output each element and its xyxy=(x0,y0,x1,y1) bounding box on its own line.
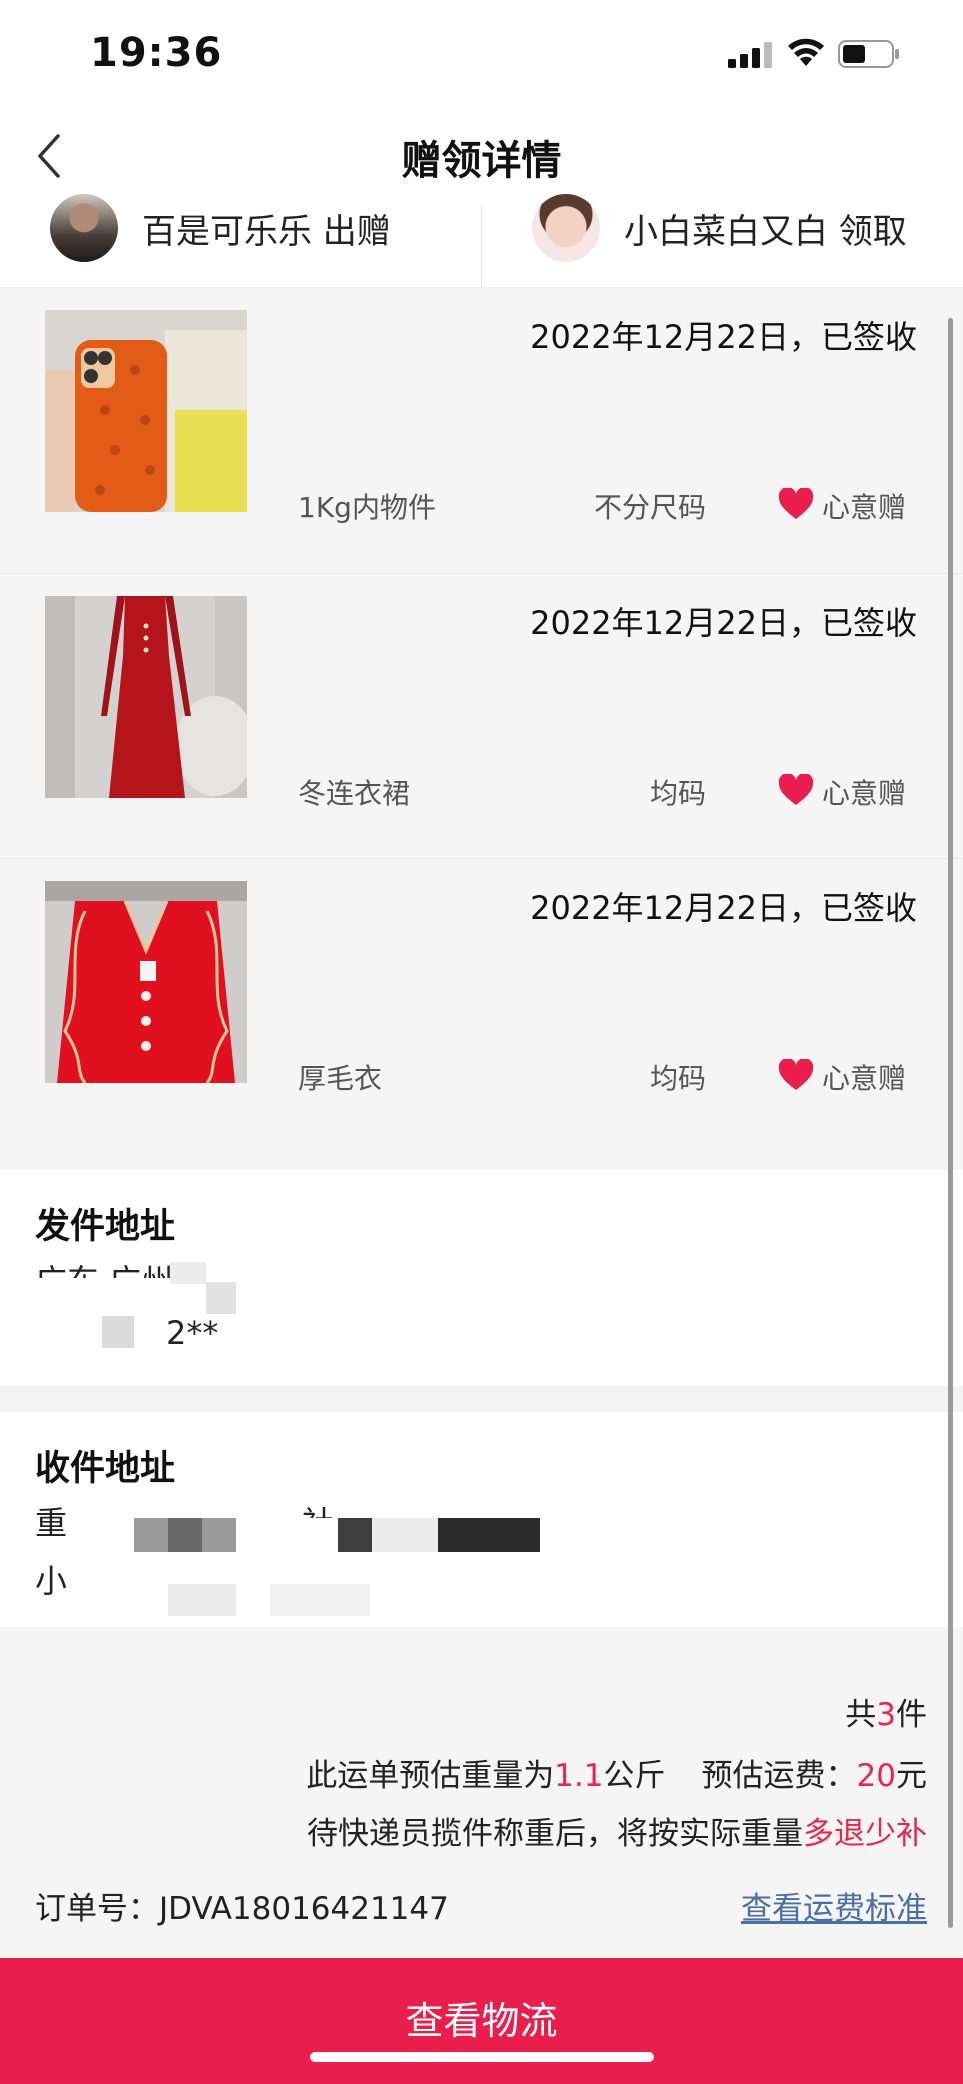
giver-label[interactable]: 百是可乐乐 出赠 xyxy=(142,204,391,253)
redacted-block xyxy=(170,1262,206,1284)
wifi-icon xyxy=(788,38,824,66)
status-time: 19:36 xyxy=(90,30,223,76)
signal-icon xyxy=(728,42,772,68)
redacted-block xyxy=(270,1584,370,1616)
heart-icon xyxy=(778,774,814,805)
section-gap xyxy=(0,1386,963,1412)
redacted-block xyxy=(206,1282,236,1314)
gift-type-label: 心意赠 xyxy=(822,777,907,810)
receiver-address-mid: 社 xyxy=(302,1498,334,1518)
redacted-block xyxy=(168,1518,202,1552)
view-logistics-button[interactable]: 查看物流 xyxy=(0,1958,963,2084)
item-date: 2022年12月22日，已签收 xyxy=(530,604,917,642)
item-thumbnail[interactable] xyxy=(45,596,247,798)
item-name: 冬连衣裙 xyxy=(298,777,411,810)
item-name: 1Kg内物件 xyxy=(298,491,436,524)
sender-address-line-2: 2** xyxy=(166,1314,219,1352)
redacted-block xyxy=(102,1316,134,1348)
page-title: 赠领详情 xyxy=(401,138,562,184)
red-sweater-image xyxy=(45,881,247,1083)
item-thumbnail[interactable] xyxy=(45,881,247,1083)
redacted-block xyxy=(338,1518,372,1552)
weight-note: 待快递员揽件称重后，将按实际重量多退少补 xyxy=(307,1816,927,1852)
item-divider xyxy=(0,858,963,859)
item-date: 2022年12月22日，已签收 xyxy=(530,889,917,927)
redacted-block xyxy=(438,1518,540,1552)
receiver-address-line: 重 xyxy=(35,1504,68,1542)
item-thumbnail[interactable] xyxy=(45,310,247,512)
battery-icon xyxy=(838,40,899,68)
receiver-avatar[interactable] xyxy=(532,194,600,262)
red-dress-image xyxy=(45,596,247,798)
sender-address-line: 广东 广州 xyxy=(35,1256,173,1278)
party-divider xyxy=(481,205,482,287)
sender-address-title: 发件地址 xyxy=(35,1207,176,1247)
gift-type-label: 心意赠 xyxy=(822,491,907,524)
gift-type-label: 心意赠 xyxy=(822,1062,907,1095)
redacted-block xyxy=(202,1518,236,1552)
heart-icon xyxy=(778,1059,814,1090)
item-divider xyxy=(0,573,963,574)
heart-icon xyxy=(778,488,814,519)
giver-avatar[interactable] xyxy=(50,194,118,262)
item-name: 厚毛衣 xyxy=(298,1062,383,1095)
fee-standard-link[interactable]: 查看运费标准 xyxy=(741,1883,927,1928)
phone-case-image xyxy=(45,310,247,512)
receiver-address-line-2: 小 xyxy=(35,1562,68,1600)
item-size: 不分尺码 xyxy=(593,491,706,524)
weight-fee-line: 此运单预估重量为1.1公斤 预估运费：20元 xyxy=(306,1758,927,1794)
redacted-block xyxy=(134,1518,168,1552)
order-number: 订单号：JDVA18016421147 xyxy=(35,1891,449,1927)
item-size: 均码 xyxy=(649,777,706,810)
home-indicator xyxy=(310,2052,654,2062)
redacted-block xyxy=(372,1518,438,1552)
item-size: 均码 xyxy=(649,1062,706,1095)
item-count: 共3件 xyxy=(845,1697,927,1733)
scrollbar[interactable] xyxy=(948,318,953,1928)
receiver-address-title: 收件地址 xyxy=(35,1449,176,1489)
receiver-label[interactable]: 小白菜白又白 领取 xyxy=(624,204,907,253)
item-date: 2022年12月22日，已签收 xyxy=(530,318,917,356)
redacted-block xyxy=(168,1584,236,1616)
